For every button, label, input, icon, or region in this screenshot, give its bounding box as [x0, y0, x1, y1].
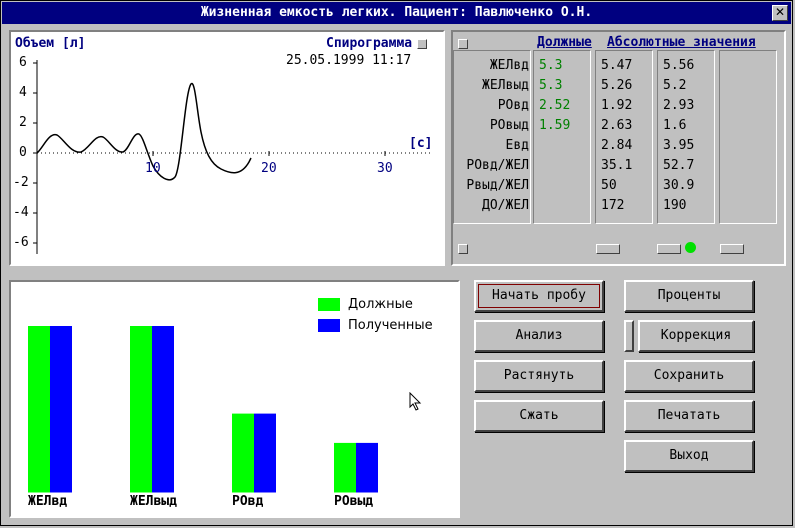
bar-due [232, 413, 254, 493]
column3-button[interactable] [720, 244, 744, 254]
legend-due-label: Должные [348, 297, 413, 312]
abs-value-1: 5.47 [601, 58, 633, 73]
bar-received [356, 442, 378, 493]
abs-value-2: 5.2 [663, 78, 687, 93]
x-axis-label: [с] [409, 136, 433, 151]
bar-category-label: ЖЕЛвд [28, 494, 68, 509]
legend-received-label: Полученные [348, 318, 433, 333]
window-title: Жизненная емкость легких. Пациент: Павлю… [200, 5, 593, 20]
due-value: 2.52 [539, 98, 571, 113]
legend-received-swatch [318, 319, 340, 332]
row-label: РОвыд [489, 118, 529, 133]
due-value: 5.3 [539, 78, 563, 93]
percent-button[interactable]: Проценты [624, 280, 754, 312]
bar-category-label: РОвыд [334, 494, 374, 509]
row-label: РОвд [497, 98, 529, 113]
header-due: Должные [537, 35, 592, 50]
row-label: Рвыд/ЖЕЛ [466, 178, 529, 193]
abs-value-1: 2.84 [601, 138, 633, 153]
abs-value-1: 50 [601, 178, 617, 193]
spirogram-panel: Объем [л] Спирограмма 25.05.1999 11:17 [… [11, 32, 443, 264]
print-button[interactable]: Печатать [624, 400, 754, 432]
header-absolute: Абсолютные значения [607, 35, 756, 50]
correction-button[interactable]: Коррекция [638, 320, 754, 352]
abs-value-2: 3.95 [663, 138, 695, 153]
datetime: 25.05.1999 11:17 [286, 53, 412, 68]
title-bar: Жизненная емкость легких. Пациент: Павлю… [2, 2, 791, 24]
spirogram-curve [36, 83, 252, 181]
row-label: ДО/ЖЕЛ [482, 198, 529, 213]
compress-button[interactable]: Сжать [474, 400, 604, 432]
table-toggle-button[interactable] [458, 39, 468, 49]
abs-value-2: 190 [663, 198, 687, 213]
column1-button[interactable] [596, 244, 620, 254]
y-tick-label: 6 [19, 55, 27, 70]
abs-value-1: 2.63 [601, 118, 633, 133]
bar-received [254, 413, 276, 493]
analysis-button[interactable]: Анализ [474, 320, 604, 352]
bar-category-label: ЖЕЛвыд [130, 494, 177, 509]
bar-chart-panel: ЖЕЛвд ЖЕЛвыд РОвд РОвыд Должные Полученные [11, 282, 458, 516]
bar-received [152, 326, 174, 493]
y-tick-label: 4 [19, 85, 27, 100]
close-icon[interactable]: ✕ [772, 5, 788, 21]
correction-side-button[interactable] [624, 320, 634, 352]
y-tick-label: 0 [19, 145, 27, 160]
x-tick-label: 30 [377, 161, 393, 176]
y-tick-label: 2 [19, 115, 27, 130]
y-axis-label: Объем [л] [15, 36, 86, 51]
stretch-button[interactable]: Растянуть [474, 360, 604, 392]
spirogram-toggle-button[interactable] [417, 39, 427, 49]
y-tick-label: -2 [13, 175, 29, 190]
abs-value-2: 1.6 [663, 118, 687, 133]
save-button[interactable]: Сохранить [624, 360, 754, 392]
column2-button[interactable] [657, 244, 681, 254]
due-column [533, 50, 591, 224]
values-panel: Должные Абсолютные значения ЖЕЛвд 5.3 5.47… [453, 32, 784, 264]
row-label: ЖЕЛвыд [482, 78, 529, 93]
row-label: ЖЕЛвд [489, 58, 529, 73]
bar-due [28, 326, 50, 493]
table-scroll-button[interactable] [458, 244, 468, 254]
bar-received [50, 326, 72, 493]
abs-value-1: 35.1 [601, 158, 633, 173]
bar-due [130, 326, 152, 493]
spirogram-mode-label: Спирограмма [326, 36, 413, 51]
abs-value-2: 30.9 [663, 178, 695, 193]
due-value: 5.3 [539, 58, 563, 73]
abs-value-1: 1.92 [601, 98, 633, 113]
row-label: РОвд/ЖЕЛ [466, 158, 529, 173]
legend-due-swatch [318, 298, 340, 311]
abs-value-1: 5.26 [601, 78, 633, 93]
row-label: Евд [505, 138, 529, 153]
bar-due [334, 442, 356, 493]
start-test-button[interactable]: Начать пробу [474, 280, 604, 312]
abs-value-1: 172 [601, 198, 625, 213]
abs-value-2: 52.7 [663, 158, 695, 173]
abs-value-2: 5.56 [663, 58, 695, 73]
abs3-column [719, 50, 777, 224]
abs-value-2: 2.93 [663, 98, 695, 113]
x-tick-label: 20 [261, 161, 277, 176]
y-tick-label: -6 [13, 235, 29, 250]
active-indicator [685, 242, 696, 253]
x-tick-label: 10 [145, 161, 161, 176]
mouse-cursor-icon [409, 392, 422, 411]
due-value: 1.59 [539, 118, 571, 133]
bar-category-label: РОвд [232, 494, 264, 509]
y-tick-label: -4 [13, 205, 29, 220]
exit-button[interactable]: Выход [624, 440, 754, 472]
